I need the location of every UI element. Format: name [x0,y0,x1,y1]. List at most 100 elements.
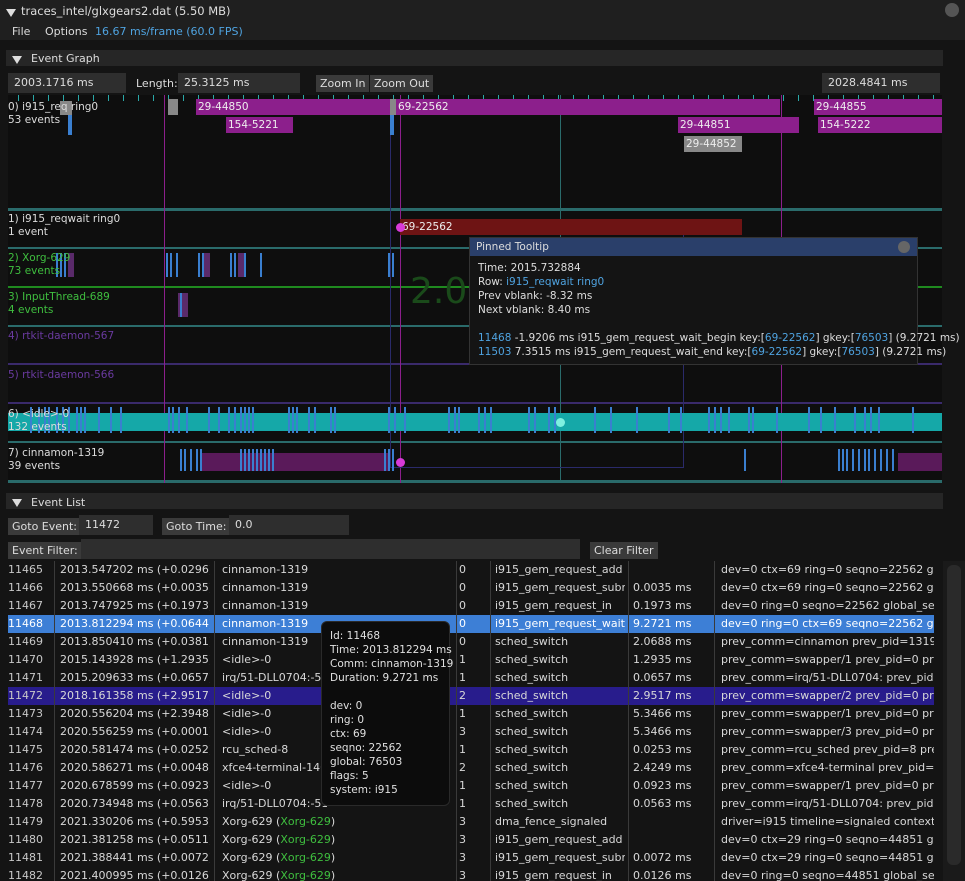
request-bar-154-5222[interactable]: 154-5222 [818,117,942,133]
event-tick [288,407,290,433]
event-tick [752,407,754,433]
table-row[interactable]: 11469 2013.850410 ms (+0.0381) cinnamon-13… [8,633,934,651]
event-tick [870,407,872,433]
row-divider [8,208,942,211]
zoom-in-button[interactable]: Zoom In [316,75,370,92]
collapse-triangle-icon[interactable] [6,7,16,20]
graph-row-label[interactable]: 6) <idle>-0 132 events [8,408,69,434]
table-row[interactable]: 11468 2013.812294 ms (+0.0644) cinnamon-13… [8,615,934,633]
event-dot[interactable] [556,418,565,427]
event-filter-button[interactable]: Event Filter: [8,542,82,559]
cell-dur: 9.2721 ms [633,617,692,630]
request-bar-29-44850[interactable]: 29-44850 [196,99,394,115]
key-link[interactable]: 69-22562 [765,332,816,344]
length-field[interactable]: 25.3125 ms [178,73,300,93]
cell-id: 11467 [8,599,43,612]
comm-link[interactable]: Xorg-629 [280,833,331,846]
comm-link[interactable]: Xorg-629 [280,869,331,881]
reqwait-bar-69-22562[interactable]: 69-22562 [400,219,742,235]
request-bar-29-44852[interactable]: 29-44852 [684,136,742,152]
close-icon[interactable] [945,3,959,17]
goto-event-button[interactable]: Goto Event: [8,518,82,535]
event-tick [218,407,220,433]
event-graph-header[interactable]: Event Graph [6,50,943,66]
event-tick [388,407,390,433]
collapse-triangle-icon [12,497,22,510]
event-tick [874,449,876,471]
scrollbar-thumb[interactable] [947,565,961,865]
gkey-link[interactable]: 76503 [855,332,888,344]
graph-row-label[interactable]: 4) rtkit-daemon-567 [8,330,114,343]
row-link[interactable]: i915_reqwait ring0 [506,276,604,288]
request-bar-69-22562[interactable]: 69-22562 [396,99,780,115]
request-bar-29-44855[interactable]: 29-44855 [814,99,942,115]
table-row[interactable]: 11477 2020.678599 ms (+0.0923) <idle>-0 1 sc… [8,777,934,795]
event-id-link[interactable]: 11468 [478,332,511,344]
row-divider [8,480,942,483]
graph-row-label[interactable]: 0) i915_req ring0 53 events [8,101,98,127]
table-row[interactable]: 11476 2020.586271 ms (+0.0048) xfce4-termi… [8,759,934,777]
key-link[interactable]: 69-22562 [752,346,803,358]
table-row[interactable]: 11474 2020.556259 ms (+0.0001) <idle>-0 3 sc… [8,723,934,741]
bar-label: 29-44852 [686,138,737,150]
scrollbar[interactable] [943,561,965,881]
request-bar-29-44851[interactable]: 29-44851 [678,117,799,133]
table-row[interactable]: 11472 2018.161358 ms (+2.9517) <idle>-0 2 sc… [8,687,934,705]
cell-comm: cinnamon-1319 [222,599,309,612]
table-row[interactable]: 11467 2013.747925 ms (+0.1973) cinnamon-13… [8,597,934,615]
pinned-tooltip-titlebar[interactable]: Pinned Tooltip [470,238,917,256]
cell-info: prev_comm=swapper/3 prev_pid=0 prev_p [721,725,934,738]
cell-event: sched_switch [495,707,569,720]
comm-link[interactable]: Xorg-629 [280,815,331,828]
table-row[interactable]: 11482 2021.400995 ms (+0.0126) Xorg-629 (X… [8,867,934,881]
zoom-out-button[interactable]: Zoom Out [370,75,434,92]
graph-row-label[interactable]: 1) i915_reqwait ring0 1 event [8,213,120,239]
event-filter-input[interactable] [81,539,580,559]
event-dot[interactable] [396,458,405,467]
graph-row-label[interactable]: 5) rtkit-daemon-566 [8,369,114,382]
request-bar-154-5221[interactable]: 154-5221 [226,117,293,133]
bar-label: 154-5222 [820,119,871,131]
menu-options[interactable]: Options [45,25,87,38]
table-row[interactable]: 11478 2020.734948 ms (+0.0563) irq/51-DLL0… [8,795,934,813]
table-row[interactable]: 11475 2020.581474 ms (+0.0252) rcu_sched-8… [8,741,934,759]
column-separator [490,777,491,795]
graph-row-label[interactable]: 2) Xorg-629 73 events [8,252,70,278]
request-bar[interactable] [168,99,178,115]
goto-event-field[interactable]: 11472 [79,515,153,535]
clear-filter-button[interactable]: Clear Filter [590,542,658,559]
event-dot[interactable] [396,223,405,232]
event-list-table[interactable]: 11465 2013.547202 ms (+0.0296) cinnamon-13… [0,561,943,881]
pinned-tooltip[interactable]: Pinned Tooltip Time: 2015.732884 Row: i9… [469,237,960,365]
goto-time-field[interactable]: 0.0 [229,515,349,535]
end-time-field[interactable]: 2028.4841 ms [822,73,940,93]
menu-file[interactable]: File [12,25,30,38]
cell-info: dev=0 ring=0 ctx=69 seqno=22562 global [721,617,934,630]
table-row[interactable]: 11473 2020.556204 ms (+2.3948) <idle>-0 1 sc… [8,705,934,723]
cell-dur: 2.0688 ms [633,635,692,648]
graph-row-label[interactable]: 3) InputThread-689 4 events [8,291,110,317]
table-row[interactable]: 11480 2021.381258 ms (+0.0511) Xorg-629 (X… [8,831,934,849]
table-row[interactable]: 11465 2013.547202 ms (+0.0296) cinnamon-13… [8,561,934,579]
cell-info: prev_comm=xfce4-terminal prev_pid=146 [721,761,934,774]
close-icon[interactable] [898,241,910,253]
event-list-header[interactable]: Event List [6,493,943,509]
table-row[interactable]: 11479 2021.330206 ms (+0.5953) Xorg-629 (X… [8,813,934,831]
table-row[interactable]: 11466 2013.550668 ms (+0.0035) cinnamon-13… [8,579,934,597]
event-tick [858,449,860,471]
comm-link[interactable]: Xorg-629 [280,851,331,864]
table-row[interactable]: 11470 2015.143928 ms (+1.2935) <idle>-0 1 sc… [8,651,934,669]
graph-row-label[interactable]: 7) cinnamon-1319 39 events [8,447,104,473]
event-id-link[interactable]: 11503 [478,346,511,358]
event-tick [820,407,822,433]
column-separator [714,831,715,849]
gkey-link[interactable]: 76503 [841,346,874,358]
tooltip-line: dev: 0 [330,700,363,712]
table-row[interactable]: 11481 2021.388441 ms (+0.0072) Xorg-629 (X… [8,849,934,867]
table-row[interactable]: 11471 2015.209633 ms (+0.0657) irq/51-DLL0… [8,669,934,687]
column-separator [714,651,715,669]
goto-time-button[interactable]: Goto Time: [162,518,231,535]
event-text: 7.3515 ms i915_gem_request_wait_end key:… [511,346,752,358]
start-time-field[interactable]: 2003.1716 ms [8,73,126,93]
cell-ts: 2021.388441 ms (+0.0072) [60,851,210,864]
